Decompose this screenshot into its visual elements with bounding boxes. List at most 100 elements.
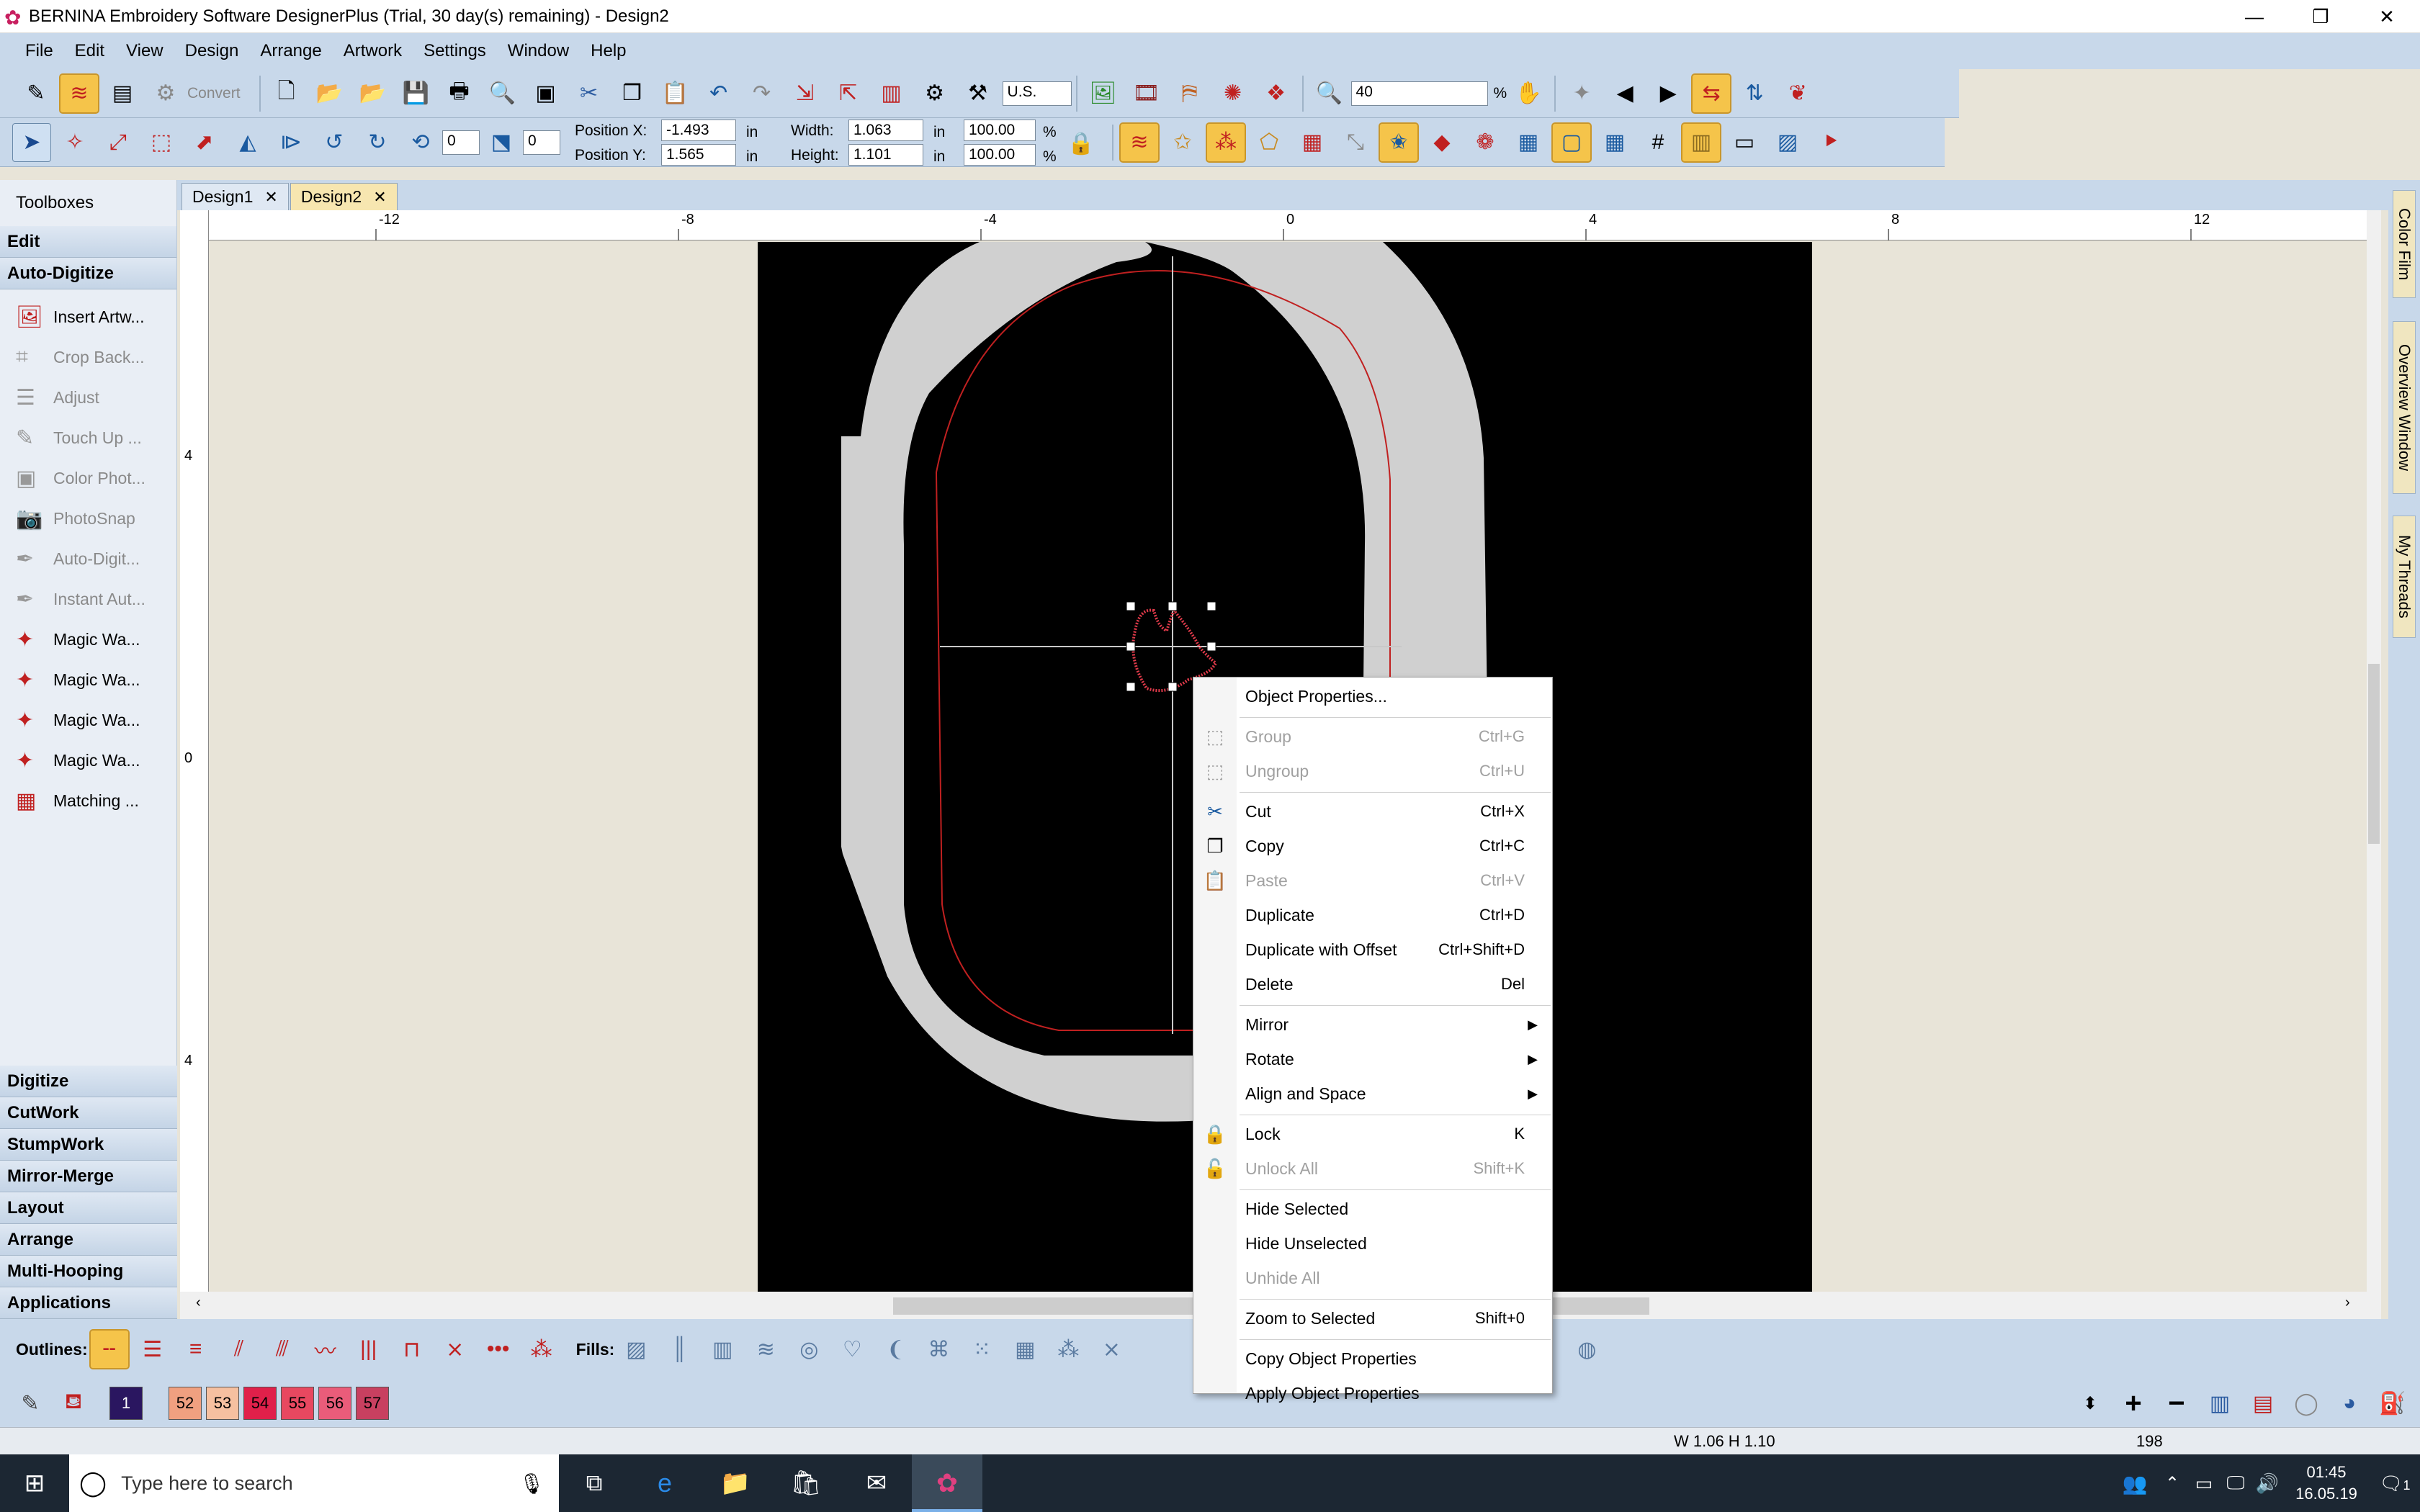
rotate-free-icon[interactable]: ⟲ (402, 124, 439, 161)
toolbox-applications[interactable]: Applications (0, 1287, 177, 1319)
convert-label[interactable]: Convert (187, 85, 241, 102)
copy-icon[interactable]: ❐ (614, 75, 651, 112)
xstitch-fill-icon[interactable]: ⨯ (1093, 1331, 1130, 1368)
color-film-tab[interactable]: Color Film (2393, 190, 2416, 298)
tool-item[interactable]: ✦ Magic Wa... (0, 619, 176, 660)
outline-icon[interactable]: ⁂ (1206, 122, 1246, 163)
close-icon[interactable]: ✕ (373, 188, 386, 207)
redo-icon[interactable]: ↷ (743, 75, 781, 112)
artwork-view-icon[interactable]: ▤ (104, 75, 141, 112)
network-icon[interactable]: 🖵 (2220, 1472, 2251, 1495)
menu-arrange[interactable]: Arrange (249, 41, 332, 61)
menu-artwork[interactable]: Artwork (333, 41, 413, 61)
menu-item-align-and-space[interactable]: Align and Space ▶ (1193, 1078, 1554, 1110)
globe-fill-icon[interactable]: ◍ (1568, 1331, 1605, 1368)
motif-run-icon[interactable]: ⨯ (436, 1331, 474, 1368)
width-field[interactable]: 1.063 (848, 119, 923, 141)
bernina-taskbar-icon[interactable]: ✿ (912, 1454, 982, 1512)
grid-icon[interactable]: ▦ (1510, 124, 1547, 161)
step-fill-icon[interactable]: ▥ (704, 1331, 741, 1368)
toolbox-stumpwork[interactable]: StumpWork (0, 1129, 177, 1161)
new-file-icon[interactable]: 🗋 (268, 75, 305, 112)
thread-spool-icon[interactable]: ▤ (2244, 1385, 2282, 1422)
menu-item-delete[interactable]: Delete Del (1193, 968, 1554, 1000)
position-y-field[interactable]: 1.565 (661, 143, 736, 166)
background-icon[interactable]: ▭ (1726, 124, 1763, 161)
open-recent-icon[interactable]: 📂 (354, 75, 392, 112)
tab-design2[interactable]: Design2 ✕ (290, 183, 398, 210)
wave-fill-icon[interactable]: ≋ (747, 1331, 784, 1368)
mirror-h-icon[interactable]: ◭ (229, 124, 266, 161)
color-swatch[interactable]: 52 (169, 1387, 202, 1420)
menu-item-copy[interactable]: ❐ Copy Ctrl+C (1193, 830, 1554, 862)
running-stitch-icon[interactable]: ╌ (89, 1329, 130, 1369)
satin-outline-icon[interactable]: ⫽ (220, 1331, 258, 1368)
lock-proportions-icon[interactable]: 🔒 (1067, 131, 1094, 156)
mail-icon[interactable]: ✉ (841, 1469, 912, 1498)
stem-stitch-icon[interactable]: ⫻ (264, 1331, 301, 1368)
menu-item-zoom-to-selected[interactable]: Zoom to Selected Shift+0 (1193, 1302, 1554, 1334)
triple-stitch-icon[interactable]: ☰ (134, 1331, 171, 1368)
vertical-scroll-thumb[interactable] (2368, 664, 2380, 844)
menu-item-rotate[interactable]: Rotate ▶ (1193, 1043, 1554, 1075)
toolbox-mirror-merge[interactable]: Mirror-Merge (0, 1161, 177, 1192)
close-icon[interactable]: ✕ (264, 188, 277, 207)
menu-item-duplicate-with-offset[interactable]: Duplicate with Offset Ctrl+Shift+D (1193, 934, 1554, 966)
bean-stitch-icon[interactable]: ••• (480, 1331, 517, 1368)
tray-chevron-icon[interactable]: ⌃ (2156, 1473, 2188, 1494)
pen-icon[interactable]: ✎ (17, 75, 55, 112)
paste-icon[interactable]: 📋 (657, 75, 694, 112)
zoom-field[interactable]: 40 (1350, 81, 1488, 106)
point-select-icon[interactable]: ⤢ (99, 124, 137, 161)
volume-icon[interactable]: 🔊 (2251, 1472, 2283, 1495)
thread-icon[interactable]: ⛽ (2374, 1385, 2411, 1422)
color-swatch[interactable]: 57 (356, 1387, 389, 1420)
menu-item-group[interactable]: ⬚ Group Ctrl+G (1193, 721, 1554, 752)
toolbox-auto-digitize[interactable]: Auto-Digitize (0, 258, 176, 289)
close-button[interactable]: ✕ (2354, 0, 2420, 33)
edge-browser-icon[interactable]: e (629, 1468, 700, 1498)
zoom-icon[interactable]: 🔍 (1311, 75, 1348, 112)
grid-display-icon[interactable]: ▦ (1596, 124, 1634, 161)
hand-pan-icon[interactable]: ✋ (1510, 75, 1547, 112)
save-icon[interactable]: 💾 (398, 75, 435, 112)
color-swatch[interactable]: 56 (318, 1387, 351, 1420)
motif-fill-icon[interactable]: ⌘ (920, 1331, 957, 1368)
microphone-icon[interactable]: 🎙 (519, 1472, 544, 1495)
notification-icon[interactable]: 🗨1 (2370, 1472, 2420, 1495)
backstitch-icon[interactable]: ≡ (177, 1331, 215, 1368)
mirror-v-icon[interactable]: ⧐ (272, 124, 310, 161)
stitch-type-icon[interactable]: ≋ (1119, 122, 1160, 163)
export-icon[interactable]: ⇱ (830, 75, 867, 112)
units-select[interactable]: U.S. (1002, 81, 1072, 106)
texture-icon[interactable]: ▨ (1769, 124, 1806, 161)
cut-icon[interactable]: ✂ (570, 75, 608, 112)
battery-icon[interactable]: ▭ (2188, 1472, 2220, 1495)
tool-item[interactable]: ✦ Magic Wa... (0, 660, 176, 700)
color-swatch[interactable]: 1 (109, 1387, 143, 1420)
tool-item[interactable]: ▣ Color Phot... (0, 458, 176, 498)
sequin-fill-icon[interactable]: ⁂ (1049, 1331, 1087, 1368)
toolbox-arrange[interactable]: Arrange (0, 1224, 177, 1256)
select-arrow-icon[interactable]: ➤ (12, 122, 51, 162)
hoop-icon[interactable]: ▥ (873, 75, 910, 112)
menu-window[interactable]: Window (497, 41, 580, 61)
toolbox-multi-hooping[interactable]: Multi-Hooping (0, 1256, 177, 1287)
stitch-player-icon[interactable]: ⯈ (1812, 124, 1850, 161)
add-color-icon[interactable]: + (2115, 1385, 2152, 1422)
fill-pattern-icon[interactable]: ▦ (1294, 124, 1331, 161)
menu-item-mirror[interactable]: Mirror ▶ (1193, 1009, 1554, 1040)
windows-start-icon[interactable]: ⊞ (0, 1469, 69, 1498)
menu-item-hide-unselected[interactable]: Hide Unselected (1193, 1228, 1554, 1259)
color-swatch[interactable]: 55 (281, 1387, 314, 1420)
shape-icon[interactable]: ⬠ (1250, 124, 1288, 161)
overview-window-tab[interactable]: Overview Window (2393, 321, 2416, 494)
tool-item[interactable]: ✒ Auto-Digit... (0, 539, 176, 579)
position-x-field[interactable]: -1.493 (661, 119, 736, 141)
next-icon[interactable]: ▶ (1649, 75, 1687, 112)
eyedropper-icon[interactable]: ✎ (12, 1385, 49, 1422)
color-wheel-icon[interactable]: ◕ (2331, 1385, 2368, 1422)
scroll-right-icon[interactable]: › (2345, 1295, 2350, 1311)
contour-fill-icon[interactable]: ♡ (833, 1331, 871, 1368)
sequence-icon[interactable]: ⇆ (1691, 73, 1732, 114)
